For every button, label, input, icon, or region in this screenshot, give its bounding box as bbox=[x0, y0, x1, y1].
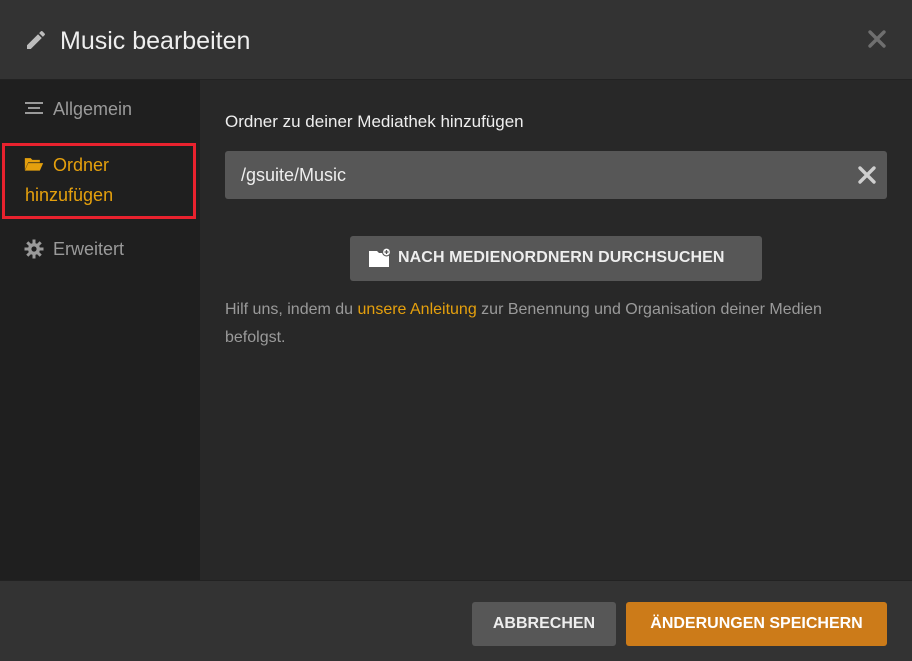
edit-library-dialog: Music bearbeiten Allgemein Ordner hinzuf… bbox=[0, 0, 912, 661]
pencil-icon bbox=[27, 30, 46, 49]
sidebar: Allgemein Ordner hinzufügen Erweitert bbox=[0, 80, 200, 580]
gear-icon bbox=[24, 239, 44, 259]
folder-path-input[interactable] bbox=[225, 151, 825, 199]
folder-path-field bbox=[225, 151, 887, 199]
save-changes-button[interactable]: ÄNDERUNGEN SPEICHERN bbox=[626, 602, 887, 646]
close-icon[interactable] bbox=[866, 28, 888, 50]
browse-button-label: NACH MEDIENORDNERN DURCHSUCHEN bbox=[398, 249, 725, 266]
sidebar-item-general[interactable]: Allgemein bbox=[0, 94, 200, 124]
help-text: Hilf uns, indem du unsere Anleitung zur … bbox=[225, 296, 885, 352]
dialog-footer: ABBRECHEN ÄNDERUNGEN SPEICHERN bbox=[0, 580, 912, 661]
cancel-button[interactable]: ABBRECHEN bbox=[472, 602, 616, 646]
sidebar-item-label: Allgemein bbox=[53, 99, 133, 119]
clear-icon[interactable] bbox=[856, 164, 878, 186]
guide-link[interactable]: unsere Anleitung bbox=[358, 301, 477, 318]
sidebar-item-label: Erweitert bbox=[53, 239, 125, 259]
browse-media-folders-button[interactable]: NACH MEDIENORDNERN DURCHSUCHEN bbox=[350, 236, 762, 281]
folder-add-icon bbox=[369, 247, 391, 267]
dialog-title: Music bearbeiten bbox=[60, 27, 251, 55]
section-title: Ordner zu deiner Mediathek hinzufügen bbox=[225, 112, 524, 131]
sidebar-item-label: Ordner hinzufügen bbox=[25, 155, 114, 205]
main-panel: Ordner zu deiner Mediathek hinzufügen NA… bbox=[200, 80, 912, 580]
sidebar-item-advanced[interactable]: Erweitert bbox=[0, 234, 200, 264]
list-icon bbox=[25, 102, 43, 114]
help-text-before: Hilf uns, indem du bbox=[225, 301, 358, 318]
dialog-header: Music bearbeiten bbox=[0, 0, 912, 80]
sidebar-item-add-folders[interactable]: Ordner hinzufügen bbox=[2, 143, 196, 219]
